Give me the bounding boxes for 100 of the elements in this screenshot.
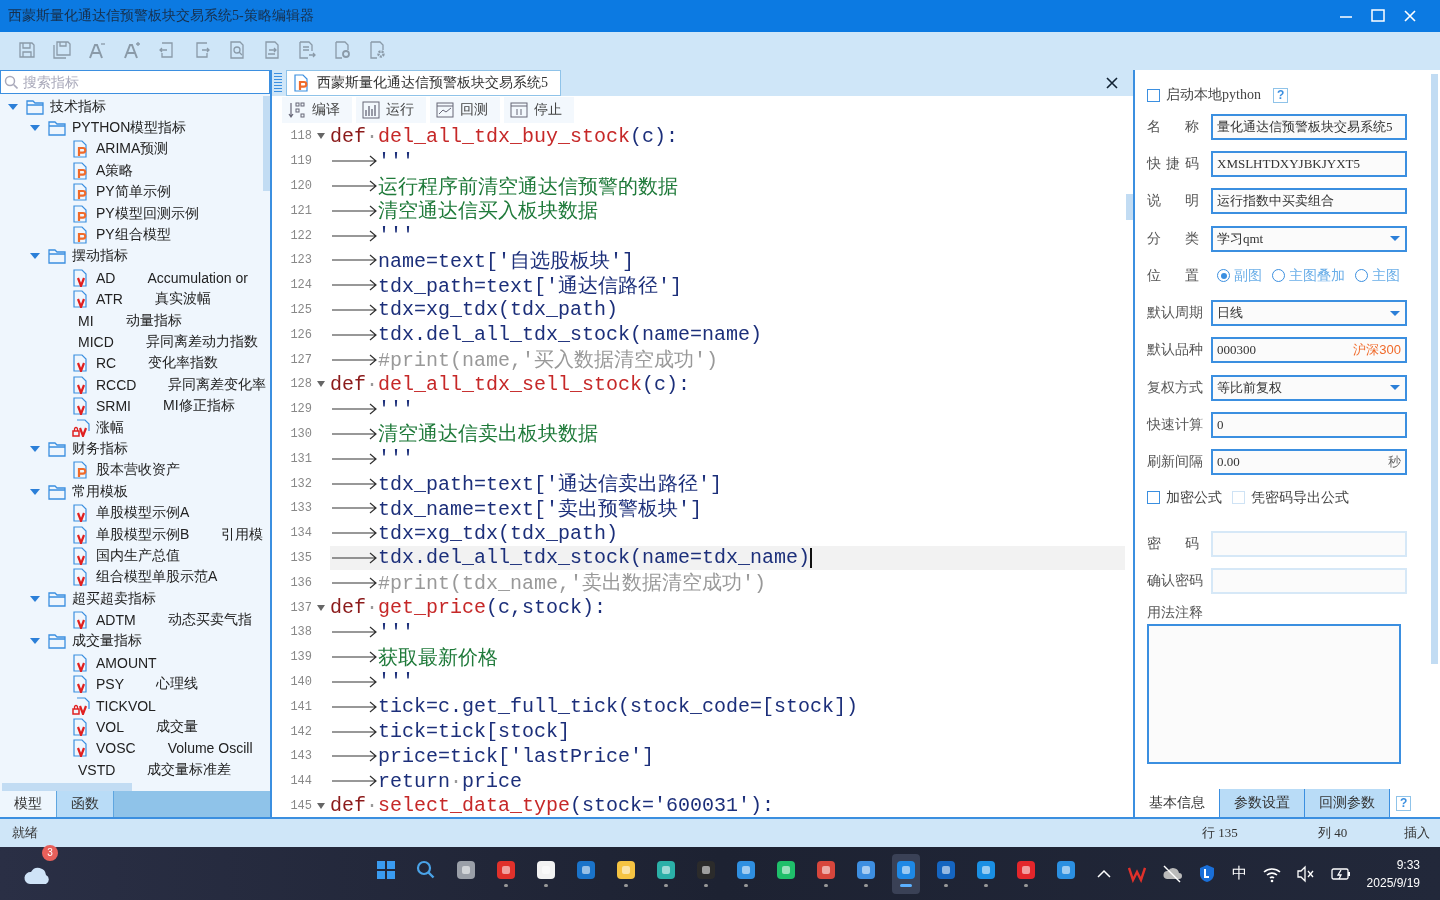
dropdown[interactable]: 等比前复权	[1211, 374, 1407, 401]
expand-arrow-icon[interactable]	[28, 486, 42, 497]
find-icon[interactable]	[228, 41, 246, 59]
font-increase-icon[interactable]	[123, 41, 141, 59]
app-icon[interactable]	[1056, 860, 1076, 880]
tree-item-label[interactable]: RCCD	[96, 376, 137, 393]
cloud-off-icon[interactable]	[1161, 863, 1182, 884]
app-icon[interactable]	[816, 860, 836, 880]
dropdown[interactable]: 学习qmt	[1211, 225, 1407, 252]
shield-app-icon[interactable]	[1197, 864, 1216, 883]
dropdown[interactable]: 日线	[1211, 300, 1407, 327]
panel-tab[interactable]: 函数	[57, 791, 114, 817]
undo-icon[interactable]	[158, 41, 176, 59]
app-icon[interactable]	[896, 860, 916, 880]
toolbar-button[interactable]: 编译	[282, 97, 352, 123]
windows-logo-icon[interactable]	[376, 860, 396, 880]
tree-item-label[interactable]: ATR	[96, 291, 123, 308]
tree-item-label[interactable]: 技术指标	[50, 97, 106, 116]
toolbar-button[interactable]: 停止	[504, 97, 574, 123]
toolbar-button[interactable]: 回测	[430, 97, 500, 123]
input-field[interactable]: 0.00 秒	[1211, 449, 1407, 476]
drag-handle[interactable]	[274, 73, 282, 93]
tree-item-label[interactable]: 单股模型示例A	[96, 504, 190, 523]
export-icon[interactable]	[298, 41, 316, 59]
tree-item-label[interactable]: SRMI	[96, 398, 131, 415]
tree-item-label[interactable]: 财务指标	[72, 439, 128, 458]
tree-item-label[interactable]: 股本营收资产	[96, 461, 180, 480]
panel-tab[interactable]: 模型	[0, 791, 57, 817]
tree-item-label[interactable]: ARIMA预测	[96, 140, 169, 159]
app-icon[interactable]	[856, 860, 876, 880]
clock-time[interactable]: 9:33	[1396, 855, 1420, 874]
tree-item-label[interactable]: A策略	[96, 161, 134, 180]
close-icon[interactable]	[1105, 76, 1119, 90]
file-tab[interactable]: 西蒙斯量化通达信预警板块交易系统5	[286, 70, 561, 96]
tree-item-label[interactable]: 组合模型单股示范A	[96, 568, 218, 587]
tree-item-label[interactable]: 国内生产总值	[96, 546, 180, 565]
save-icon[interactable]	[18, 41, 36, 59]
app-icon[interactable]	[696, 860, 716, 880]
input-field[interactable]: 运行指数中买卖组合	[1211, 188, 1407, 215]
notes-text-area[interactable]	[1147, 623, 1401, 764]
app-icon[interactable]	[576, 860, 596, 880]
document-settings-icon[interactable]	[368, 41, 386, 59]
input-field[interactable]: XMSLHTDXYJBKJYXT5	[1211, 150, 1407, 177]
volume-muted-icon[interactable]	[1296, 864, 1315, 883]
fold-arrow-icon[interactable]	[316, 801, 326, 810]
input-field[interactable]: 000300 沪深300	[1211, 337, 1407, 364]
font-decrease-icon[interactable]	[88, 41, 106, 59]
panel-tab[interactable]: 参数设置	[1220, 789, 1305, 817]
tree-item-label[interactable]: PSY	[96, 676, 124, 693]
fold-arrow-icon[interactable]	[316, 603, 326, 612]
tree-item-label[interactable]: 单股模型示例B	[96, 525, 190, 544]
checkbox[interactable]	[1147, 88, 1160, 102]
tree-item-label[interactable]: VOSC	[96, 740, 136, 757]
tree-item-label[interactable]: 涨幅	[96, 418, 124, 437]
tree-item-label[interactable]: PY组合模型	[96, 226, 171, 245]
scrollbar-thumb[interactable]	[1431, 74, 1438, 664]
document-gear-icon[interactable]	[333, 41, 351, 59]
tree-item-label[interactable]: RC	[96, 355, 117, 372]
expand-arrow-icon[interactable]	[6, 101, 20, 112]
scrollbar-thumb[interactable]	[263, 96, 270, 191]
fold-arrow-icon[interactable]	[316, 132, 326, 141]
app-icon[interactable]	[456, 860, 476, 880]
fold-arrow-icon[interactable]	[316, 380, 326, 389]
scrollbar-thumb[interactable]	[2, 783, 132, 791]
tree-item-label[interactable]: MI	[78, 312, 94, 329]
toolbar-button[interactable]: 运行	[356, 97, 426, 123]
tree-item-label[interactable]: AMOUNT	[96, 654, 157, 671]
tree-item-label[interactable]: PY模型回测示例	[96, 204, 199, 223]
input-field[interactable]: 量化通达信预警板块交易系统5	[1211, 113, 1407, 140]
input-method[interactable]: 中	[1231, 864, 1247, 883]
tree-item-label[interactable]: PY简单示例	[96, 183, 171, 202]
input-field[interactable]: 0	[1211, 412, 1407, 438]
tree-item-label[interactable]: VOL	[96, 719, 124, 735]
app-icon[interactable]	[776, 860, 796, 880]
app-icon[interactable]	[736, 860, 756, 880]
tree-item-label[interactable]: 常用模板	[72, 482, 128, 501]
scrollbar-thumb[interactable]	[1126, 194, 1133, 220]
tree-item-label[interactable]: TICKVOL	[96, 697, 156, 714]
app-icon[interactable]	[936, 860, 956, 880]
search-field[interactable]: 搜索指标	[0, 70, 270, 94]
app-icon[interactable]	[616, 860, 636, 880]
search-icon[interactable]	[416, 860, 436, 880]
checkbox[interactable]	[1147, 491, 1160, 505]
tree-item-label[interactable]: MICD	[78, 334, 114, 350]
clock-date[interactable]: 2025/9/19	[1366, 873, 1420, 892]
app-icon[interactable]	[656, 860, 676, 880]
tree-item-label[interactable]: 成交量指标	[72, 632, 142, 651]
expand-arrow-icon[interactable]	[28, 593, 42, 604]
tree-item-label[interactable]: 摆动指标	[72, 247, 128, 266]
maximize-icon[interactable]	[1370, 8, 1386, 24]
tree-item-label[interactable]: AD	[96, 269, 116, 286]
expand-arrow-icon[interactable]	[28, 443, 42, 454]
panel-tab[interactable]: 回测参数	[1305, 789, 1390, 817]
app-icon[interactable]	[1016, 860, 1036, 880]
app-icon[interactable]	[976, 860, 996, 880]
save-all-icon[interactable]	[53, 41, 71, 59]
tree-item-label[interactable]: ADTM	[96, 612, 136, 629]
app-icon[interactable]	[496, 860, 516, 880]
tree-item-label[interactable]: PYTHON模型指标	[72, 119, 187, 138]
tree-item-label[interactable]: 超买超卖指标	[72, 589, 156, 608]
